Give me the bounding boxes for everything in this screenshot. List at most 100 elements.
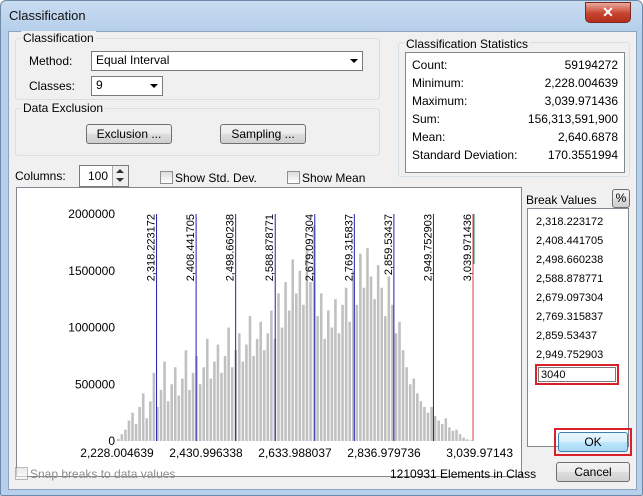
elements-in-class-text: 1210931 Elements in Class [390,467,537,481]
histogram-bar [248,316,252,441]
break-value-item[interactable]: 2,769.315837 [536,311,603,323]
histogram-bar [170,384,173,441]
histogram-bar [341,304,344,441]
histogram-bar [241,361,245,441]
break-value-item[interactable]: 2,679.097304 [536,292,603,304]
histogram-chart[interactable]: 2,318.223172 2,408.441705 2,498.660238 2,58… [17,188,521,476]
spinner-buttons[interactable] [112,166,128,186]
histogram-bar [316,316,319,441]
break-label: 2,588.878771 [264,214,276,281]
break-value-item[interactable]: 2,408.441705 [536,235,603,247]
chevron-down-icon[interactable] [116,178,124,182]
histogram-bar [344,287,348,441]
histogram-bar [458,434,462,441]
histogram-bar [188,389,191,441]
x-tick-label: 2,228.004639 [80,446,154,460]
title-bar: Classification ✕ [1,1,642,31]
break-values-list[interactable]: 2,318.223172 2,408.441705 2,498.660238 2… [527,208,629,447]
break-label: 2,949.752903 [422,214,434,281]
break-value-input[interactable]: 3040 [538,367,616,382]
break-value-item[interactable]: 2,949.752903 [536,349,603,361]
stat-label: Mean: [412,130,446,144]
histogram-bar [330,327,334,441]
snap-breaks-label: Snap breaks to data values [30,467,176,481]
show-mean-checkbox[interactable] [287,171,300,184]
histogram-bar [337,333,341,441]
stat-value: 170.3551994 [547,148,618,162]
histogram-bar [238,333,241,441]
histogram-bar [181,378,184,441]
y-tick-label: 2000000 [68,207,115,221]
histogram-bar [362,287,366,441]
snap-breaks-checkbox[interactable] [15,467,28,480]
chevron-down-icon [350,59,358,63]
histogram-bar [163,361,166,441]
ok-button[interactable]: OK [558,432,628,452]
histogram-bar [223,355,227,442]
histogram-bar [141,393,145,441]
break-label: 2,318.223172 [146,214,158,281]
histogram-bar [426,412,430,442]
break-value-item[interactable]: 2,859.53437 [536,330,597,342]
histogram-bar [173,367,177,441]
y-tick-label: 500000 [75,377,115,391]
histogram-bar [373,299,376,442]
histogram-bar [127,420,131,441]
stat-label: Sum: [412,112,441,126]
close-button[interactable]: ✕ [585,2,631,23]
break-label: 2,498.660238 [225,214,237,281]
stat-row-count: Count: 59194272 [412,58,618,74]
histogram-bar [230,367,234,441]
histogram-bar [423,406,426,441]
columns-spinner[interactable]: 100 [79,165,129,187]
cancel-button[interactable]: Cancel [556,462,630,482]
break-value-item[interactable]: 2,498.660238 [536,254,603,266]
y-tick-label: 1000000 [68,321,115,335]
histogram-bar [384,316,387,441]
histogram-bar [166,401,170,441]
break-value-item[interactable]: 2,588.878771 [536,273,603,285]
break-value-item[interactable]: 2,318.223172 [536,216,603,228]
histogram-bar [206,338,209,441]
histogram-bar [280,327,284,441]
close-icon: ✕ [602,4,614,20]
chevron-down-icon [150,84,158,88]
histogram-bar [412,378,416,441]
classes-label: Classes: [29,79,76,93]
histogram-bar [259,321,262,441]
histogram-bar [465,439,469,441]
window-title: Classification [9,8,86,23]
histogram-bar [380,287,383,441]
data-exclusion-group [15,108,380,156]
stat-row-minimum: Minimum: 2,228.004639 [412,76,618,92]
histogram-bar [117,438,120,441]
stat-row-mean: Mean: 2,640.6878 [412,130,618,146]
histogram-bar [284,282,287,441]
stat-label: Standard Deviation: [412,148,518,162]
method-dropdown[interactable]: Equal Interval [91,51,363,71]
histogram-bar [401,350,405,441]
histogram-bar [451,430,455,441]
classes-dropdown[interactable]: 9 [91,76,163,96]
histogram-bar [430,406,433,441]
histogram-bar [245,344,248,441]
histogram-bar [387,276,391,441]
stat-label: Count: [412,58,448,72]
histogram-bar [202,367,205,441]
histogram-bar [323,338,327,441]
break-values-label: Break Values [526,193,597,207]
break-label: 3,039.971436 [462,214,474,281]
histogram-bar [398,321,401,441]
break-label: 2,859.53437 [383,214,395,275]
histogram-bar [348,321,351,441]
statistics-group-label: Classification Statistics [404,37,531,51]
sampling-button[interactable]: Sampling ... [220,124,306,144]
chevron-up-icon[interactable] [116,169,124,173]
show-std-dev-checkbox[interactable] [160,171,173,184]
data-exclusion-label: Data Exclusion [21,101,106,115]
histogram-bar [391,304,394,441]
percent-button[interactable]: % [612,189,630,208]
exclusion-button[interactable]: Exclusion ... [86,124,172,144]
histogram-bar [469,440,472,441]
histogram-bar [433,416,437,441]
